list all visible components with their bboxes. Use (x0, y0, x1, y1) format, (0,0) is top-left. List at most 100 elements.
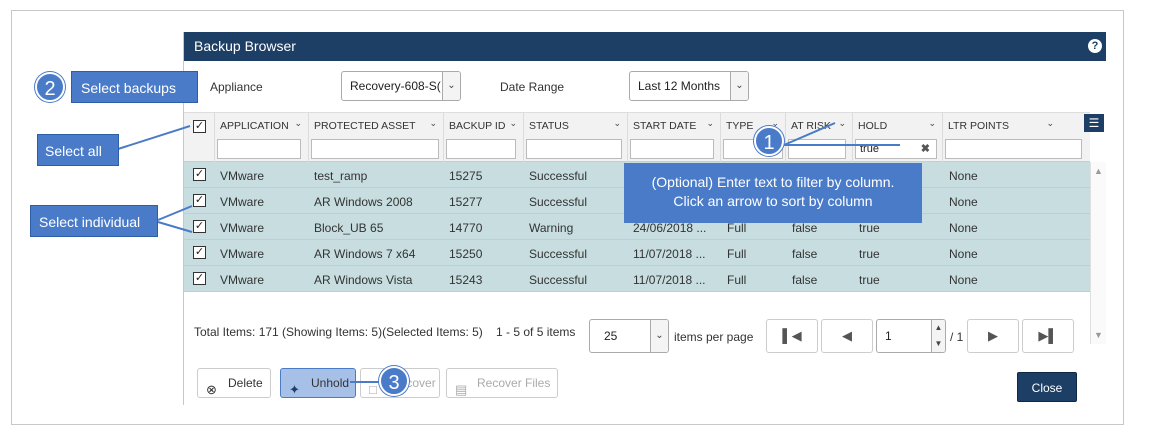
cell-ltr: None (949, 169, 978, 183)
grid-scrollbar[interactable]: ▲ ▼ (1090, 162, 1106, 344)
column-at-risk[interactable]: AT RISK ⌄ (786, 113, 853, 163)
range-text: 1 - 5 of 5 items (496, 325, 576, 339)
filter-input[interactable] (446, 139, 516, 159)
cell-type: Full (727, 221, 747, 235)
row-checkbox[interactable]: ✓ (193, 272, 206, 285)
sort-arrow-icon[interactable]: ⌄ (706, 118, 714, 129)
cell-ltr: None (949, 247, 978, 261)
sort-arrow-icon[interactable]: ⌄ (1046, 118, 1054, 129)
cell-application: VMware (220, 247, 265, 261)
pin-icon: ✦ (289, 382, 300, 397)
filter-input[interactable] (526, 139, 622, 159)
sort-arrow-icon[interactable]: ⌄ (613, 118, 621, 129)
step-3-marker: 3 (379, 366, 409, 396)
first-page-button[interactable]: ▌◀ (766, 319, 818, 353)
cell-asset: AR Windows 2008 (314, 195, 413, 209)
table-row[interactable]: ✓ VMware AR Windows Vista 15243 Successf… (184, 266, 1090, 292)
column-status[interactable]: STATUS ⌄ (524, 113, 628, 163)
cell-asset: Block_UB 65 (314, 221, 384, 235)
row-checkbox[interactable]: ✓ (193, 194, 206, 207)
cell-at-risk: false (792, 273, 818, 287)
row-checkbox[interactable]: ✓ (193, 246, 206, 259)
per-page-label: items per page (674, 330, 754, 344)
cell-type: Full (727, 273, 747, 287)
cell-at-risk: false (792, 221, 818, 235)
delete-button[interactable]: ⊗ Delete (197, 368, 271, 398)
column-hold[interactable]: HOLD ⌄ true ✖ (853, 113, 943, 163)
select-all-checkbox[interactable]: ✓ (193, 120, 206, 133)
scroll-down-icon[interactable]: ▼ (1094, 330, 1103, 340)
column-header-label: START DATE (633, 120, 697, 132)
prev-page-button[interactable]: ◀ (821, 319, 873, 353)
cell-status: Successful (529, 247, 588, 261)
cell-status: Successful (529, 273, 588, 287)
recover-files-button[interactable]: ▤ Recover Files (446, 368, 558, 398)
chevron-down-icon: ⌄ (650, 320, 668, 352)
hold-filter-input[interactable]: true ✖ (855, 139, 937, 159)
table-row[interactable]: ✓ VMware AR Windows 7 x64 15250 Successf… (184, 240, 1090, 266)
per-page-value: 25 (604, 329, 618, 343)
scroll-up-icon[interactable]: ▲ (1094, 166, 1103, 176)
filter-tip-callout: (Optional) Enter text to filter by colum… (624, 163, 922, 223)
appliance-select[interactable]: Recovery-608-S( ⌄ (341, 71, 461, 101)
grid-header: ✓ APPLICATION ⌄ PROTECTED ASSET ⌄ BACKUP… (184, 112, 1104, 163)
cell-backup-id: 15275 (449, 169, 483, 183)
column-application[interactable]: APPLICATION ⌄ (215, 113, 309, 163)
cell-start-date: 24/06/2018 ... (633, 221, 707, 235)
cell-type: Full (727, 247, 747, 261)
cell-application: VMware (220, 221, 265, 235)
clear-icon[interactable]: ✖ (921, 140, 930, 158)
row-checkbox[interactable]: ✓ (193, 220, 206, 233)
column-start-date[interactable]: START DATE ⌄ (628, 113, 721, 163)
cell-backup-id: 14770 (449, 221, 483, 235)
per-page-select[interactable]: 25 ⌄ (589, 319, 669, 353)
unhold-button[interactable]: ✦ Unhold (280, 368, 356, 398)
date-range-select[interactable]: Last 12 Months ⌄ (629, 71, 749, 101)
column-header-label: AT RISK (791, 120, 831, 132)
page-input[interactable]: 1 ▲ ▼ (876, 319, 946, 353)
column-ltr-points[interactable]: LTR POINTS ⌄ (943, 113, 1084, 163)
filter-input[interactable] (945, 139, 1082, 159)
appliance-label: Appliance (210, 80, 263, 94)
help-icon[interactable]: ? (1088, 39, 1102, 53)
step-2-marker: 2 (35, 72, 65, 102)
page-total: / 1 (950, 330, 964, 344)
recover-icon: □ (369, 382, 377, 397)
select-all-column: ✓ (184, 113, 215, 163)
cell-hold: true (859, 221, 880, 235)
select-backups-callout: Select backups (71, 71, 198, 103)
appliance-value: Recovery-608-S( (350, 79, 441, 93)
cell-asset: AR Windows 7 x64 (314, 247, 416, 261)
title-bar: Backup Browser ? (184, 32, 1106, 61)
sort-arrow-icon[interactable]: ⌄ (294, 118, 302, 129)
column-protected-asset[interactable]: PROTECTED ASSET ⌄ (309, 113, 444, 163)
cell-start-date: 11/07/2018 ... (633, 247, 706, 261)
column-menu-icon[interactable]: ☰ (1084, 114, 1104, 132)
select-individual-callout: Select individual (30, 205, 158, 237)
chevron-down-icon: ⌄ (442, 72, 460, 100)
date-range-label: Date Range (500, 80, 565, 94)
sort-arrow-icon[interactable]: ⌄ (928, 118, 936, 129)
last-page-button[interactable]: ▶▌ (1022, 319, 1074, 353)
stepper-icon[interactable]: ▲ ▼ (931, 320, 945, 352)
sort-arrow-icon[interactable]: ⌄ (838, 118, 846, 129)
close-button[interactable]: Close (1017, 372, 1077, 402)
column-backup-id[interactable]: BACKUP ID ⌄ (444, 113, 524, 163)
cell-asset: AR Windows Vista (314, 273, 413, 287)
filter-input[interactable] (311, 139, 439, 159)
cell-backup-id: 15250 (449, 247, 483, 261)
filter-input[interactable] (788, 139, 846, 159)
sort-arrow-icon[interactable]: ⌄ (509, 118, 517, 129)
file-icon: ▤ (455, 382, 468, 397)
cell-hold: true (859, 273, 880, 287)
cell-backup-id: 15243 (449, 273, 483, 287)
filter-input[interactable] (630, 139, 714, 159)
filter-tip-line2: Click an arrow to sort by column (673, 193, 873, 209)
filter-input[interactable] (217, 139, 301, 159)
next-page-button[interactable]: ▶ (967, 319, 1019, 353)
select-all-callout: Select all (37, 134, 119, 166)
delete-icon: ⊗ (206, 382, 217, 397)
cell-asset: test_ramp (314, 169, 368, 183)
row-checkbox[interactable]: ✓ (193, 168, 206, 181)
sort-arrow-icon[interactable]: ⌄ (429, 118, 437, 129)
